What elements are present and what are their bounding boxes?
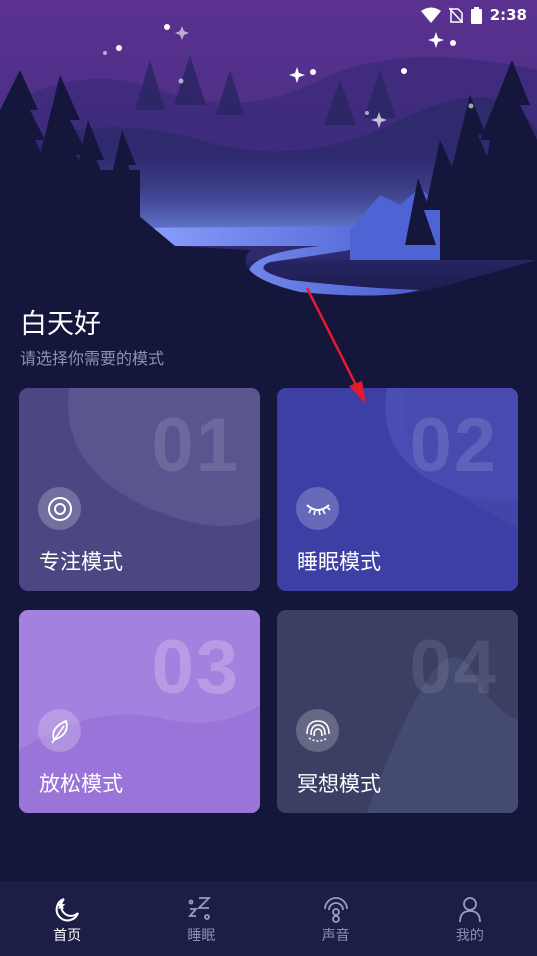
leaf-icon — [38, 709, 81, 752]
meditation-mode-card[interactable]: 04 冥想模式 — [277, 610, 518, 813]
closed-eye-icon — [296, 487, 339, 530]
mode-number: 04 — [409, 625, 498, 710]
mode-label: 睡眠模式 — [297, 550, 381, 574]
tab-label: 首页 — [53, 928, 82, 944]
tab-sound[interactable]: 声音 — [269, 881, 403, 956]
moon-star-icon — [55, 898, 80, 922]
tab-sleep[interactable]: 睡眠 — [134, 881, 268, 956]
mode-label: 放松模式 — [39, 772, 123, 796]
relax-mode-card[interactable]: 03 放松模式 — [19, 610, 260, 813]
mode-number: 03 — [151, 625, 240, 710]
tab-profile[interactable]: 我的 — [403, 881, 537, 956]
person-icon — [458, 897, 481, 923]
target-icon — [38, 487, 81, 530]
tab-label: 声音 — [321, 928, 350, 944]
tab-label: 我的 — [455, 928, 484, 944]
mode-label: 专注模式 — [39, 550, 123, 574]
tab-home[interactable]: 首页 — [0, 881, 134, 956]
bottom-tab-bar: 首页 睡眠 声音 我的 — [0, 881, 537, 956]
annotation-arrow — [305, 287, 366, 404]
mode-label: 冥想模式 — [297, 772, 381, 796]
tab-label: 睡眠 — [187, 928, 216, 944]
sound-icon — [323, 897, 348, 923]
sleep-zz-icon — [188, 897, 212, 920]
fingerprint-icon — [296, 709, 339, 752]
